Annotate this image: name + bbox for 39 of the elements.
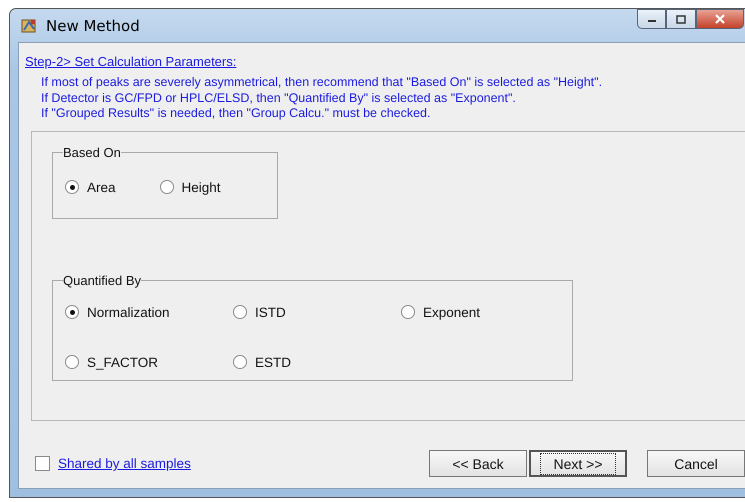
checkbox[interactable] [35,456,50,471]
maximize-button[interactable] [666,9,696,29]
radio-button[interactable] [65,305,79,319]
radio-option[interactable]: Area [65,180,116,194]
app-icon [20,16,38,34]
radio-label: S_FACTOR [87,354,158,370]
radio-option[interactable]: Exponent [401,304,551,320]
radio-option[interactable]: Height [160,180,221,194]
close-button[interactable] [696,9,744,29]
radio-button[interactable] [65,180,79,194]
maximize-icon [676,14,686,24]
radio-option[interactable]: ISTD [233,304,401,320]
radio-button[interactable] [233,355,247,369]
radio-label: Height [182,180,221,194]
dialog-button[interactable]: Next >> [529,450,627,477]
radio-option[interactable]: ESTD [233,354,401,370]
instruction-text: If Detector is GC/FPD or HPLC/ELSD, then "Quantified By" is selected as "Exponent". [41,90,517,106]
radio-button[interactable] [160,180,174,194]
radio-button[interactable] [65,355,79,369]
close-icon [714,14,726,24]
radio-option[interactable]: S_FACTOR [65,354,233,370]
dialog-button[interactable]: << Back [429,450,527,477]
checkbox-label[interactable]: Shared by all samples [58,456,191,471]
radio-label: Normalization [87,304,170,320]
minimize-button[interactable] [637,9,666,29]
instruction-text: If most of peaks are severely asymmetrical, then recommend that "Based On" is selected as "Height". [41,75,604,90]
radio-label: ISTD [255,304,286,320]
instruction-text: If "Grouped Results" is needed, then "Group Calcu." must be checked. [41,106,432,122]
group-label: Quantified By [63,272,142,288]
window-title: New Method [46,16,140,34]
radio-label: Area [87,180,116,194]
radio-label: Exponent [423,304,480,320]
dialog-button[interactable]: Cancel [647,450,745,477]
radio-label: ESTD [255,354,292,370]
radio-button[interactable] [233,305,247,319]
group-label: Based On [63,144,121,160]
step-link[interactable]: Step-2> Set Calculation Parameters: [25,54,745,69]
radio-button[interactable] [401,305,415,319]
radio-option[interactable]: Normalization [65,304,233,320]
